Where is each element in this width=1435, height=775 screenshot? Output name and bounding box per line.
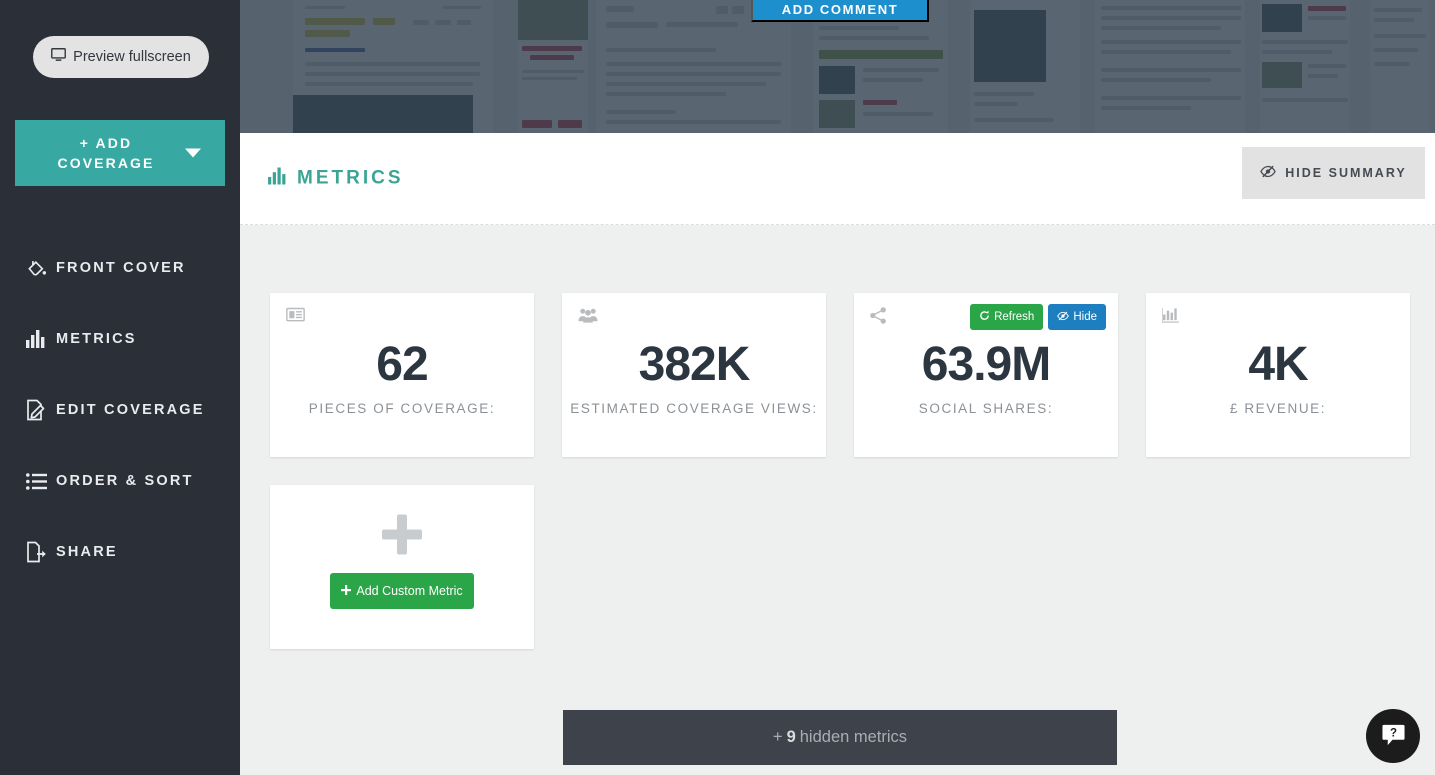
users-icon [578, 307, 598, 328]
page-title-label: METRICS [297, 168, 404, 190]
metric-value: 62 [270, 337, 534, 393]
share-export-icon [26, 541, 56, 563]
hidden-metrics-prefix: + [773, 728, 783, 747]
add-coverage-line2: COVERAGE [58, 153, 155, 173]
paint-bucket-icon [26, 258, 56, 279]
sidebar-item-order-sort[interactable]: ORDER & SORT [0, 461, 240, 501]
metric-card[interactable]: 4K £ REVENUE: [1146, 293, 1410, 457]
sidebar-item-label: FRONT COVER [56, 260, 186, 276]
metric-card-actions: Refresh Hide [970, 304, 1106, 330]
chart-bars-icon [1162, 307, 1180, 328]
refresh-label: Refresh [994, 311, 1034, 323]
metrics-header: METRICS HIDE SUMMARY [240, 133, 1435, 225]
sidebar-item-front-cover[interactable]: FRONT COVER [0, 248, 240, 288]
list-icon [26, 473, 56, 490]
sidebar-item-metrics[interactable]: METRICS [0, 319, 240, 359]
add-coverage-button[interactable]: + ADD COVERAGE [15, 120, 225, 186]
metric-label: SOCIAL SHARES: [854, 401, 1118, 416]
eye-slash-icon [1057, 311, 1069, 324]
hide-summary-label: HIDE SUMMARY [1285, 166, 1406, 180]
add-custom-metric-label: Add Custom Metric [356, 584, 462, 598]
page-title: METRICS [268, 167, 404, 190]
sidebar-item-label: EDIT COVERAGE [56, 402, 205, 418]
metric-cards-grid: 62 PIECES OF COVERAGE: 382K ESTIMATE [270, 293, 1415, 677]
clipping-card [970, 0, 1080, 133]
clipping-card [293, 95, 493, 133]
sidebar-nav: FRONT COVER METRICS [0, 248, 240, 603]
clipping-card [518, 0, 588, 133]
metric-card[interactable]: 382K ESTIMATED COVERAGE VIEWS: [562, 293, 826, 457]
bar-chart-icon [268, 167, 287, 190]
clipping-card [1095, 0, 1245, 133]
preview-fullscreen-button[interactable]: Preview fullscreen [33, 36, 209, 78]
clipping-card [1260, 0, 1350, 133]
metric-label: £ REVENUE: [1146, 401, 1410, 416]
hide-summary-button[interactable]: HIDE SUMMARY [1242, 147, 1425, 199]
clipping-card [1370, 0, 1430, 133]
plus-icon [379, 512, 425, 563]
hidden-metrics-bar[interactable]: + 9 hidden metrics [563, 710, 1117, 765]
metric-value: 382K [562, 337, 826, 393]
sidebar: Preview fullscreen + ADD COVERAGE FRONT … [0, 0, 240, 775]
metric-value: 63.9M [854, 337, 1118, 393]
refresh-button[interactable]: Refresh [970, 304, 1043, 330]
monitor-icon [51, 48, 66, 66]
help-chat-button[interactable]: ? [1366, 709, 1420, 763]
add-custom-metric-button[interactable]: Add Custom Metric [330, 573, 474, 609]
plus-icon [341, 584, 351, 598]
preview-fullscreen-label: Preview fullscreen [73, 49, 191, 65]
refresh-icon [979, 310, 990, 324]
add-coverage-label: + ADD COVERAGE [15, 120, 197, 186]
caret-down-icon[interactable] [185, 149, 201, 158]
sidebar-item-label: SHARE [56, 544, 118, 560]
newspaper-icon [286, 307, 305, 327]
sidebar-item-label: METRICS [56, 331, 137, 347]
hide-metric-button[interactable]: Hide [1048, 304, 1106, 330]
eye-slash-icon [1260, 165, 1276, 181]
svg-text:?: ? [1389, 727, 1396, 739]
question-chat-icon: ? [1381, 723, 1406, 750]
share-nodes-icon [870, 307, 887, 329]
sidebar-item-share[interactable]: SHARE [0, 532, 240, 572]
hidden-metrics-count: 9 [787, 728, 796, 747]
app-root: ADD COMMENT Preview fullscreen + ADD COV… [0, 0, 1435, 775]
metric-label: ESTIMATED COVERAGE VIEWS: [562, 401, 826, 416]
metric-card[interactable]: 62 PIECES OF COVERAGE: [270, 293, 534, 457]
add-coverage-line1: + ADD [80, 133, 132, 153]
metric-card[interactable]: Refresh Hide 63.9M SOCI [854, 293, 1118, 457]
add-comment-label: ADD COMMENT [782, 2, 899, 17]
hide-metric-label: Hide [1073, 311, 1097, 323]
sidebar-item-label: ORDER & SORT [56, 473, 194, 489]
add-comment-button[interactable]: ADD COMMENT [751, 0, 929, 22]
hidden-metrics-suffix: hidden metrics [800, 728, 907, 747]
sidebar-item-edit-coverage[interactable]: EDIT COVERAGE [0, 390, 240, 430]
add-custom-metric-card[interactable]: Add Custom Metric [270, 485, 534, 649]
metric-value: 4K [1146, 337, 1410, 393]
metrics-panel: METRICS HIDE SUMMARY [240, 133, 1435, 775]
edit-document-icon [26, 399, 56, 421]
metric-label: PIECES OF COVERAGE: [270, 401, 534, 416]
bar-chart-icon [26, 330, 56, 348]
